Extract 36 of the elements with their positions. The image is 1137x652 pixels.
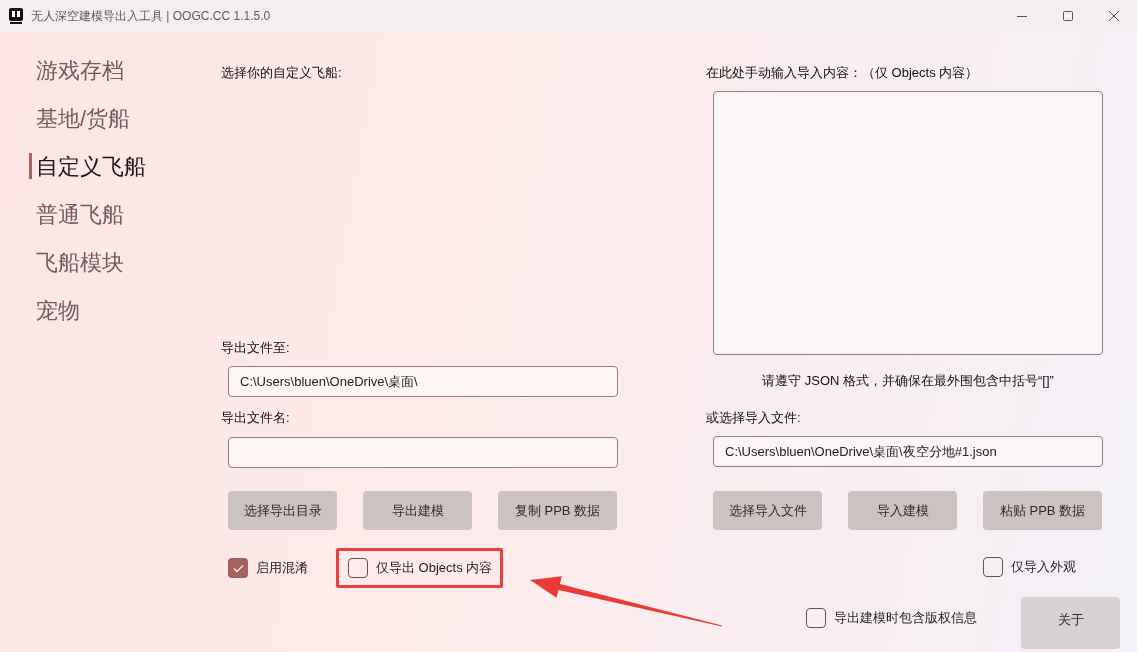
path-field[interactable]: C:\Users\bluen\OneDrive\桌面\夜空分地#1.json: [713, 436, 1103, 467]
checkbox-label: 仅导入外观: [1011, 558, 1076, 577]
action-button[interactable]: 复制 PPB 数据: [498, 491, 617, 530]
path-field[interactable]: C:\Users\bluen\OneDrive\桌面\: [228, 366, 618, 397]
checkbox[interactable]: [228, 558, 248, 578]
minimize-icon: [1017, 15, 1027, 17]
sidebar-item[interactable]: 宠物: [29, 297, 80, 323]
sidebar-item[interactable]: 普通飞船: [29, 201, 124, 227]
action-button[interactable]: 选择导出目录: [228, 491, 337, 530]
action-button[interactable]: 导出建模: [363, 491, 472, 530]
field-label: 导出文件至:: [221, 339, 291, 357]
section-heading: 在此处手动输入导入内容：（仅 Objects 内容）: [706, 64, 980, 82]
checkbox-label: 仅导出 Objects 内容: [376, 559, 493, 578]
app-logo-icon: [9, 8, 23, 24]
maximize-icon: [1063, 11, 1073, 21]
window-title: 无人深空建模导出入工具 | OOGC.CC 1.1.5.0: [31, 8, 271, 25]
field-label: 或选择导入文件:: [706, 409, 802, 427]
sidebar-item[interactable]: 飞船模块: [29, 249, 124, 275]
action-button[interactable]: 导入建模: [848, 491, 957, 530]
sidebar-item[interactable]: 自定义飞船: [29, 153, 146, 179]
file-name-field[interactable]: [228, 437, 618, 468]
checkbox-label: 启用混淆: [256, 559, 308, 578]
action-button[interactable]: 粘贴 PPB 数据: [983, 491, 1102, 530]
section-heading: 选择你的自定义飞船:: [221, 64, 343, 82]
checkmark-icon: [232, 563, 244, 573]
format-hint: 请遵守 JSON 格式，并确保在最外围包含中括号“[]”: [761, 372, 1055, 390]
checkbox[interactable]: [806, 608, 826, 628]
sidebar-item[interactable]: 基地/货船: [29, 105, 131, 131]
checkbox-label: 导出建模时包含版权信息: [834, 609, 977, 628]
checkbox[interactable]: [983, 557, 1003, 577]
sidebar-item[interactable]: 游戏存档: [29, 57, 124, 83]
action-button[interactable]: 选择导入文件: [713, 491, 822, 530]
field-label: 导出文件名:: [221, 409, 291, 427]
checkbox[interactable]: [348, 558, 368, 578]
close-icon: [1109, 11, 1119, 21]
about-button[interactable]: 关于: [1021, 597, 1120, 649]
